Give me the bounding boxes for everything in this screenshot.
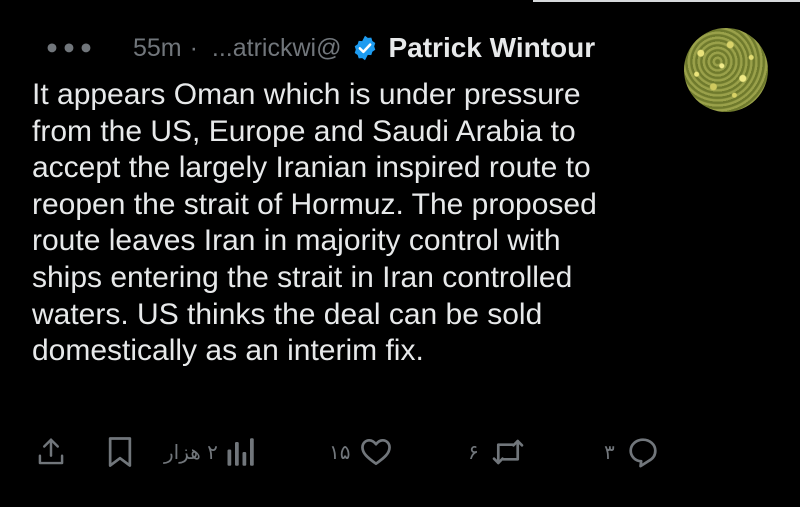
post-actions-bar: ۲ هزار ۱۵ ۶ ۳ xyxy=(36,430,676,474)
header-separator: · xyxy=(189,33,198,62)
repost-button[interactable]: ۶ xyxy=(468,430,525,474)
views-count: ۲ هزار xyxy=(164,440,218,464)
share-button[interactable] xyxy=(36,430,66,474)
verified-badge-icon xyxy=(351,34,379,62)
reply-button[interactable]: ۳ xyxy=(604,430,659,474)
bar-chart-icon xyxy=(226,437,254,467)
share-icon xyxy=(36,436,66,468)
reposts-count: ۶ xyxy=(468,440,479,464)
author-handle[interactable]: ...atrickwi@ xyxy=(212,34,342,63)
post-text: It appears Oman which is under pressure … xyxy=(32,78,597,368)
author-name[interactable]: Patrick Wintour xyxy=(388,32,595,64)
like-button[interactable]: ۱۵ xyxy=(329,430,392,474)
replies-count: ۳ xyxy=(604,440,615,464)
more-options-button[interactable]: ••• xyxy=(44,34,95,63)
repost-icon xyxy=(491,437,525,467)
likes-count: ۱۵ xyxy=(329,440,351,464)
author-avatar[interactable] xyxy=(684,28,768,112)
bookmark-button[interactable] xyxy=(106,430,134,474)
bookmark-icon xyxy=(106,436,134,468)
top-edge-divider xyxy=(533,0,800,2)
heart-icon xyxy=(360,437,392,467)
post-timestamp[interactable]: 55m xyxy=(133,34,182,63)
views-button[interactable]: ۲ هزار xyxy=(164,430,254,474)
reply-icon xyxy=(627,436,659,468)
post-header: ••• 55m · ...atrickwi@ Patrick Wintour xyxy=(44,31,674,65)
